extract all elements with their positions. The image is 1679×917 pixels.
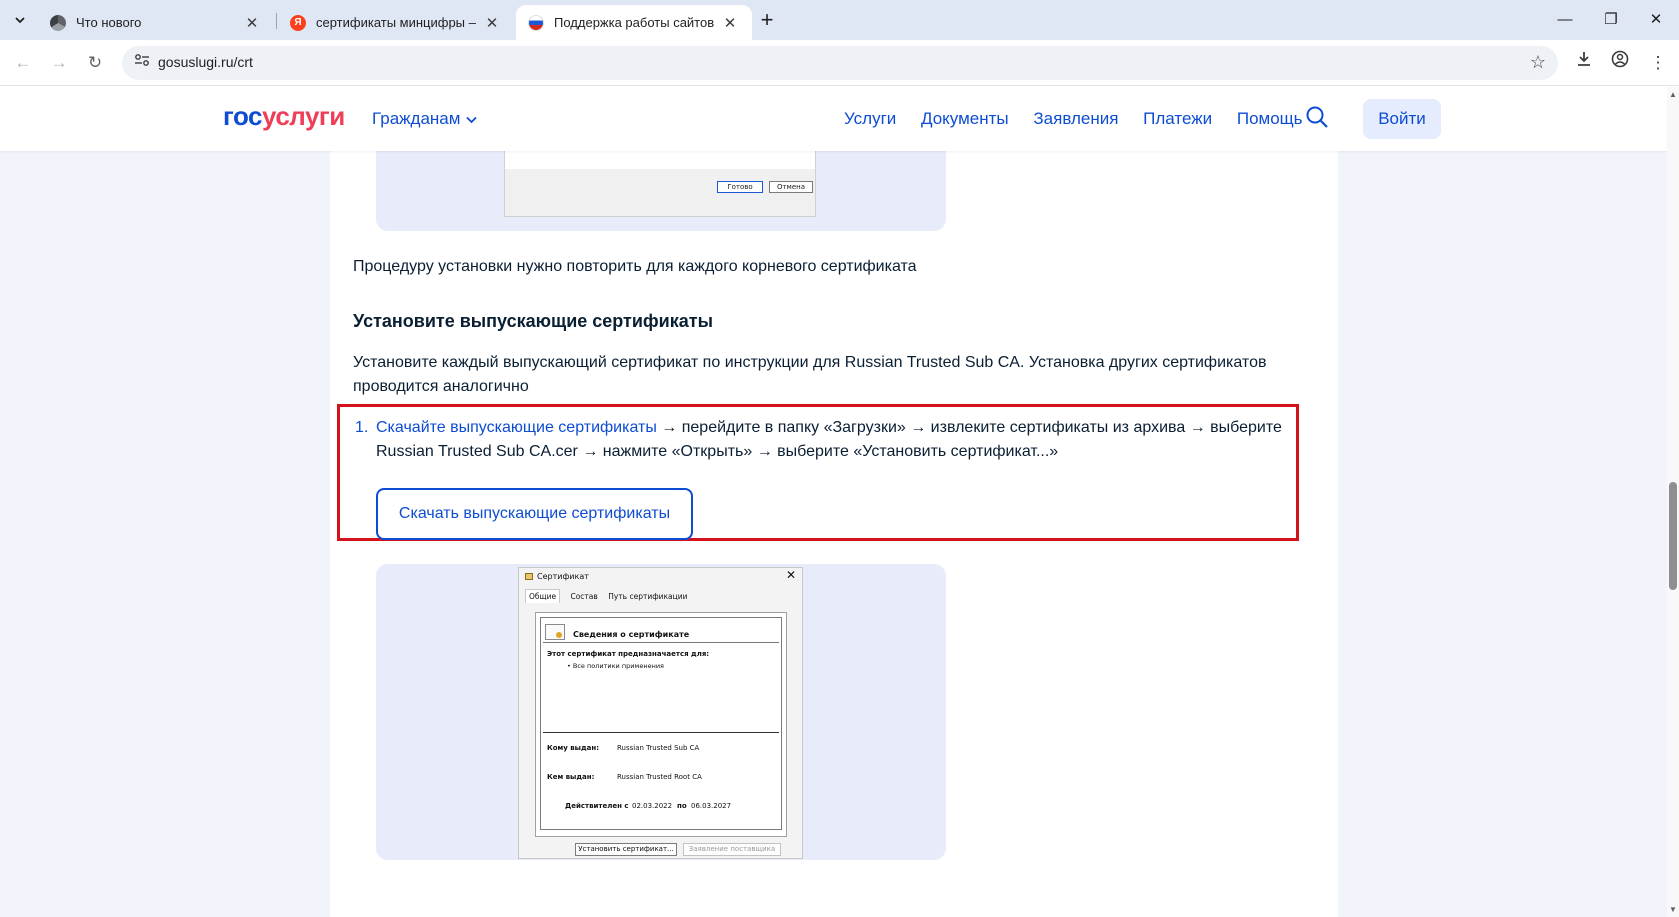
issued-to-value: Russian Trusted Sub CA — [617, 744, 700, 752]
gosuslugi-logo[interactable]: госуслуги — [223, 101, 345, 132]
tab-gosuslugi[interactable]: Поддержка работы сайтов с р ✕ — [516, 5, 752, 40]
nav-applications[interactable]: Заявления — [1033, 109, 1118, 128]
audience-menu-label: Гражданам — [372, 109, 461, 128]
more-menu-icon[interactable]: ⋮ — [1645, 50, 1671, 76]
step-number: 1. — [355, 419, 369, 436]
valid-to-value: 06.03.2027 — [691, 802, 732, 810]
bookmark-star-icon[interactable]: ☆ — [1530, 52, 1546, 73]
close-tab-icon[interactable]: ✕ — [242, 14, 262, 32]
search-icon[interactable] — [1305, 105, 1331, 131]
scroll-down-icon[interactable]: ▼ — [1669, 905, 1677, 914]
browser-tab-bar: Что нового ✕ Я сертификаты минцифры — Ян… — [0, 0, 1679, 40]
scroll-up-icon[interactable]: ▲ — [1669, 90, 1677, 99]
certificate-dialog-mock: Сертификат ✕ Общие Состав Путь сертифика… — [518, 567, 803, 859]
purpose-item: • Все политики применения — [567, 662, 664, 670]
valid-from-label: Действителен с — [565, 802, 629, 810]
window-close-icon[interactable]: ✕ — [1636, 8, 1676, 32]
dialog-inner-box: Сведения о сертификате Этот сертификат п… — [540, 617, 782, 830]
header-nav: Услуги Документы Заявления Платежи Помощ… — [844, 109, 1323, 129]
repeat-note: Процедуру установки нужно повторить для … — [353, 258, 917, 275]
logo-part-uslugi: услуги — [262, 101, 345, 131]
tab-title: Что нового — [76, 15, 142, 30]
step-body: Скачайте выпускающие сертификаты → перей… — [376, 416, 1291, 464]
issued-to-label: Кому выдан: — [547, 744, 600, 752]
restore-icon[interactable]: ❐ — [1591, 8, 1631, 32]
purpose-title: Этот сертификат предназначается для: — [547, 650, 710, 658]
nav-payments[interactable]: Платежи — [1143, 109, 1212, 128]
forward-arrow-icon[interactable]: → — [46, 50, 72, 76]
cancel-button: Отмена — [769, 181, 813, 193]
reload-icon[interactable]: ↻ — [82, 50, 108, 76]
chrome-icon — [50, 14, 66, 31]
close-tab-icon[interactable]: ✕ — [482, 14, 502, 32]
site-settings-icon[interactable] — [132, 53, 152, 73]
logo-part-gos: гос — [223, 101, 263, 131]
address-bar[interactable]: gosuslugi.ru/crt ☆ — [122, 46, 1558, 80]
tab-title: Поддержка работы сайтов с р — [554, 15, 714, 30]
ok-button: Готово — [717, 181, 763, 193]
download-certificates-button[interactable]: Скачать выпускающие сертификаты — [376, 488, 693, 540]
dialog-caption: Сертификат — [525, 572, 589, 581]
certificate-medal-icon — [545, 624, 565, 640]
issuer-statement-button: Заявление поставщика — [683, 843, 781, 856]
nav-services[interactable]: Услуги — [844, 109, 896, 128]
browser-toolbar: ← → ↻ gosuslugi.ru/crt ☆ ⋮ — [0, 40, 1679, 86]
dialog-tabs: Общие Состав Путь сертификации — [525, 589, 695, 603]
audience-menu[interactable]: Гражданам — [372, 109, 478, 129]
issued-by-label: Кем выдан: — [547, 773, 595, 781]
new-tab-plus-icon[interactable]: + — [754, 8, 780, 34]
chevron-down-icon — [466, 113, 478, 127]
valid-to-label: по — [677, 802, 687, 810]
dialog-tab-general: Общие — [525, 589, 561, 603]
profile-icon[interactable] — [1607, 50, 1633, 76]
tab-whats-new[interactable]: Что нового ✕ — [38, 5, 274, 40]
dialog-caption-text: Сертификат — [537, 572, 589, 581]
dialog-tab-path: Путь сертификации — [608, 592, 688, 601]
section-intro: Установите каждый выпускающий сертификат… — [353, 354, 1267, 395]
site-header: госуслуги Гражданам Услуги Документы Зая… — [0, 87, 1667, 151]
downloads-icon[interactable] — [1571, 50, 1597, 76]
nav-documents[interactable]: Документы — [921, 109, 1009, 128]
divider — [543, 642, 779, 643]
certificate-icon — [525, 573, 533, 580]
install-certificate-button: Установить сертификат... — [575, 843, 677, 856]
tab-search-icon[interactable] — [6, 6, 34, 34]
url-text[interactable]: gosuslugi.ru/crt — [158, 54, 253, 70]
issued-by-value: Russian Trusted Root CA — [617, 773, 702, 781]
back-arrow-icon[interactable]: ← — [10, 50, 36, 76]
tab-yandex-search[interactable]: Я сертификаты минцифры — Ян ✕ — [278, 5, 514, 40]
tab-separator — [276, 13, 277, 29]
russian-flag-icon — [528, 14, 544, 31]
dialog-close-icon: ✕ — [785, 568, 796, 582]
yandex-icon: Я — [290, 14, 306, 31]
dialog-tab-details: Состав — [570, 592, 598, 601]
nav-help[interactable]: Помощь — [1237, 109, 1303, 128]
minimize-icon[interactable]: — — [1545, 8, 1585, 32]
info-title: Сведения о сертификате — [573, 630, 690, 639]
login-button[interactable]: Войти — [1363, 99, 1441, 139]
dialog-panel: Сведения о сертификате Этот сертификат п… — [535, 612, 787, 837]
tab-title: сертификаты минцифры — Ян — [316, 15, 476, 30]
scrollbar-thumb[interactable] — [1669, 482, 1677, 590]
divider — [543, 732, 779, 733]
valid-from-value: 02.03.2022 — [632, 802, 673, 810]
download-certificates-link[interactable]: Скачайте выпускающие сертификаты — [376, 419, 657, 436]
page-viewport: Готово Отмена Процедуру установки нужно … — [0, 87, 1667, 917]
close-tab-icon[interactable]: ✕ — [720, 14, 740, 32]
section-title: Установите выпускающие сертификаты — [353, 311, 713, 331]
